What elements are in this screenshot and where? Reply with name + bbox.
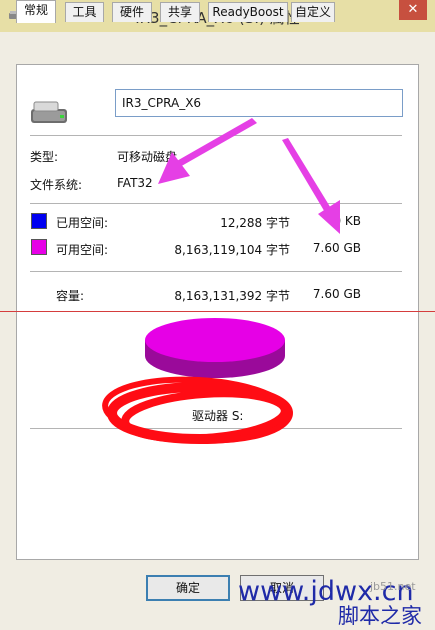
close-button[interactable]: ✕: [399, 0, 427, 20]
tab-tools[interactable]: 工具: [65, 2, 104, 22]
tab-customize[interactable]: 自定义: [291, 2, 335, 22]
used-space-bytes: 12,288 字节: [220, 216, 290, 230]
capacity-label: 容量:: [56, 289, 85, 303]
free-space-swatch: [31, 239, 47, 255]
tab-hardware[interactable]: 硬件: [112, 2, 152, 22]
usb-drive-icon: [31, 101, 67, 123]
watermark-sub: jb51.net: [370, 580, 416, 593]
divider: [30, 271, 402, 272]
capacity-bytes: 8,163,131,392 字节: [174, 289, 290, 303]
divider: [30, 428, 402, 429]
free-space-bytes: 8,163,119,104 字节: [174, 243, 290, 257]
tab-readyboost[interactable]: ReadyBoost: [208, 2, 288, 22]
free-space-size: 7.60 GB: [312, 241, 361, 255]
annotation-line: [0, 311, 435, 312]
free-space-label: 可用空间:: [56, 243, 109, 257]
filesystem-value: FAT32: [117, 176, 153, 190]
used-space-size: 0 KB: [333, 214, 361, 228]
divider: [30, 203, 402, 204]
divider: [30, 135, 402, 136]
used-space-swatch: [31, 213, 47, 229]
tab-general[interactable]: 常规: [16, 0, 56, 23]
tab-sharing[interactable]: 共享: [160, 2, 200, 22]
filesystem-label: 文件系统:: [30, 178, 83, 192]
capacity-size: 7.60 GB: [312, 287, 361, 301]
general-panel: [16, 64, 419, 560]
drive-name-input[interactable]: [115, 89, 403, 117]
used-space-label: 已用空间:: [56, 216, 109, 230]
type-label: 类型:: [30, 150, 59, 164]
type-value: 可移动磁盘: [117, 150, 178, 164]
drive-letter-label: 驱动器 S:: [192, 409, 244, 423]
watermark-brand: 脚本之家: [338, 604, 422, 628]
ok-button[interactable]: 确定: [146, 575, 230, 601]
